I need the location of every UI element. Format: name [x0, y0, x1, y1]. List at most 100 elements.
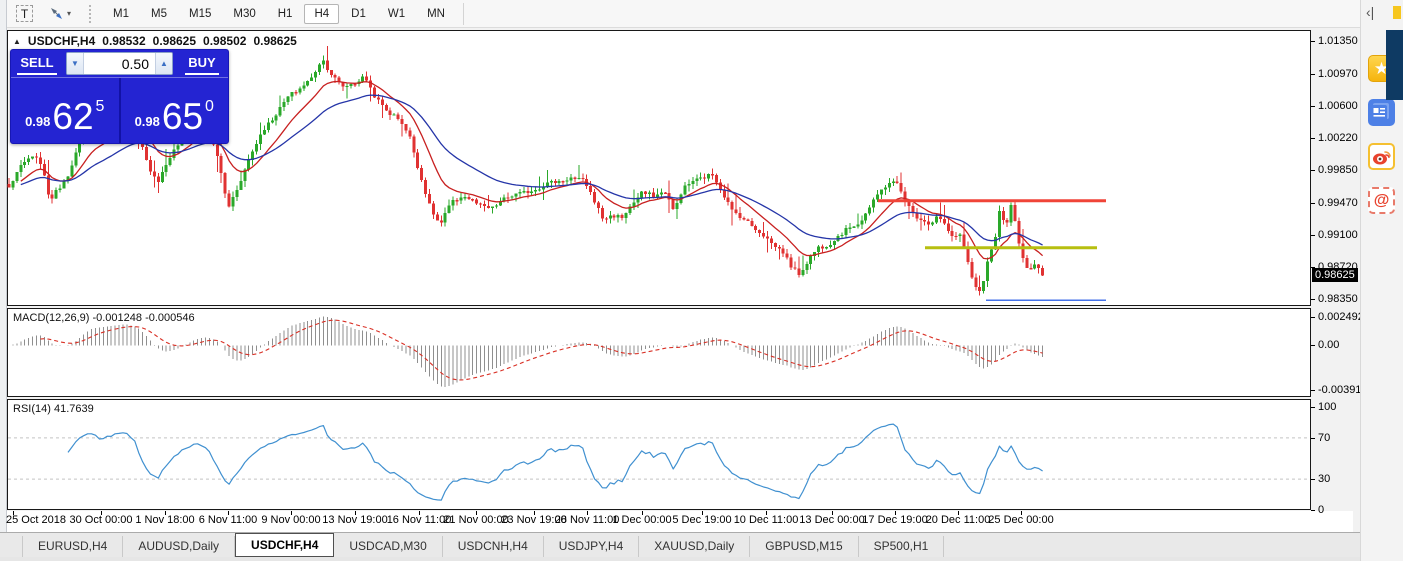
ohlc-open: 0.98532 — [102, 34, 145, 48]
time-axis-label: 30 Oct 00:00 — [70, 514, 133, 526]
time-axis-label: 28 Nov 11:00 — [555, 514, 620, 526]
text-label-tool-button[interactable]: T — [13, 4, 36, 24]
timeframe-d1[interactable]: D1 — [341, 4, 376, 24]
price-axis-label-tick — [1311, 170, 1315, 171]
macd-axis-label: 0.002492 — [1318, 311, 1364, 323]
mail-at-icon[interactable]: @ — [1368, 187, 1395, 214]
rsi-label: RSI(14) 41.7639 — [13, 403, 94, 415]
trade-panel-header: SELL ▼ ▲ BUY — [11, 50, 228, 77]
newspaper-glyph-icon — [1368, 99, 1393, 124]
current-price-tag: 0.98625 — [1312, 268, 1358, 282]
macd-axis-label-tick — [1311, 390, 1315, 391]
time-axis-label: 17 Dec 19:00 — [862, 514, 927, 526]
tab-gbpusd-m15[interactable]: GBPUSD,M15 — [750, 536, 858, 557]
tab-sp500-h1[interactable]: SP500,H1 — [859, 536, 945, 557]
volume-increase-button[interactable]: ▲ — [155, 53, 172, 74]
time-axis-label: 13 Nov 19:00 — [322, 514, 387, 526]
price-axis-label-tick — [1311, 106, 1315, 107]
buy-price-sup: 0 — [205, 98, 214, 116]
timeframe-h1[interactable]: H1 — [268, 4, 303, 24]
timeframe-m5[interactable]: M5 — [141, 4, 177, 24]
price-axis-label: 1.00220 — [1318, 132, 1358, 144]
ohlc-high: 0.98625 — [153, 34, 196, 48]
volume-input[interactable] — [84, 55, 155, 73]
tab-usdjpy-h4[interactable]: USDJPY,H4 — [544, 536, 639, 557]
tab-xauusd-daily[interactable]: XAUUSD,Daily — [639, 536, 750, 557]
tab-eurusd-h4[interactable]: EURUSD,H4 — [22, 536, 123, 557]
timeframe-h4[interactable]: H4 — [304, 4, 339, 24]
timeframe-m15[interactable]: M15 — [179, 4, 221, 24]
weibo-eye-glyph-icon — [1370, 145, 1393, 168]
time-axis-label: 1 Nov 18:00 — [135, 514, 194, 526]
price-axis-label: 0.99100 — [1318, 229, 1358, 241]
time-axis-label: 10 Dec 11:00 — [734, 514, 799, 526]
time-axis-label: 16 Nov 11:00 — [387, 514, 452, 526]
time-axis-label: 21 Nov 00:00 — [443, 514, 508, 526]
weibo-icon[interactable] — [1368, 143, 1395, 170]
buy-price[interactable]: 0.98 65 0 — [121, 78, 229, 143]
top-toolbar: T ▾ M1M5M15M30H1H4D1W1MN — [7, 0, 1360, 28]
tab-usdchf-h4[interactable]: USDCHF,H4 — [235, 533, 334, 557]
macd-axis-label-tick — [1311, 317, 1315, 318]
trade-panel-prices: 0.98 62 5 0.98 65 0 — [11, 77, 228, 143]
ohlc-close: 0.98625 — [253, 34, 296, 48]
toolbar-separator — [463, 3, 464, 25]
timeframe-m1[interactable]: M1 — [103, 4, 139, 24]
time-axis-label: 5 Dec 19:00 — [672, 514, 731, 526]
cursor-mode-tool-button[interactable]: ▾ — [46, 4, 74, 24]
buy-price-big: 65 — [162, 100, 203, 134]
background-window-icon-sliver — [1393, 6, 1401, 19]
background-window-edge — [1386, 30, 1403, 100]
macd-label: MACD(12,26,9) -0.001248 -0.000546 — [13, 312, 195, 324]
time-axis-label: 13 Dec 00:00 — [799, 514, 864, 526]
chart-symbol-label: USDCHF,H4 — [28, 34, 95, 48]
price-axis-label: 0.99850 — [1318, 164, 1358, 176]
status-strip — [0, 557, 1403, 561]
price-axis-label: 1.00970 — [1318, 68, 1358, 80]
dropdown-caret-icon: ▾ — [67, 9, 71, 18]
macd-indicator-pane[interactable] — [7, 308, 1311, 397]
tab-usdcnh-h4[interactable]: USDCNH,H4 — [443, 536, 544, 557]
right-sidebar: ‹| ★ @ — [1360, 0, 1403, 561]
rsi-axis-label-tick — [1311, 407, 1315, 408]
time-axis-label: 20 Dec 11:00 — [926, 514, 991, 526]
sell-button-label: SELL — [17, 55, 56, 75]
time-axis-label: 25 Dec 00:00 — [988, 514, 1053, 526]
price-axis-label-tick — [1311, 299, 1315, 300]
volume-decrease-button[interactable]: ▼ — [67, 53, 84, 74]
price-axis-label: 1.00600 — [1318, 100, 1358, 112]
price-axis-label-tick — [1311, 41, 1315, 42]
buy-price-prefix: 0.98 — [135, 114, 160, 129]
one-click-trading-panel: SELL ▼ ▲ BUY 0.98 62 5 0.98 65 0 — [10, 49, 229, 144]
rsi-axis-label: 0 — [1318, 504, 1324, 516]
sell-price-prefix: 0.98 — [25, 114, 50, 129]
rsi-axis-label-tick — [1311, 438, 1315, 439]
macd-axis-label-tick — [1311, 345, 1315, 346]
tab-usdcad-m30[interactable]: USDCAD,M30 — [334, 536, 442, 557]
timeframe-w1[interactable]: W1 — [378, 4, 415, 24]
timeframe-toolbar: M1M5M15M30H1H4D1W1MN — [103, 4, 455, 24]
buy-button[interactable]: BUY — [176, 52, 228, 75]
collapse-marker-icon[interactable]: ▲ — [13, 37, 21, 46]
sidebar-collapse-icon[interactable]: ‹| — [1366, 4, 1374, 20]
news-icon[interactable] — [1368, 99, 1395, 126]
sell-button[interactable]: SELL — [11, 52, 63, 75]
mt4-window: T ▾ M1M5M15M30H1H4D1W1MN ▲ USDCHF,H4 0.9… — [0, 0, 1403, 561]
timeframe-m30[interactable]: M30 — [223, 4, 265, 24]
tab-audusd-daily[interactable]: AUDUSD,Daily — [123, 536, 235, 557]
rsi-axis-label: 30 — [1318, 473, 1330, 485]
rsi-axis-label: 70 — [1318, 432, 1330, 444]
rsi-indicator-pane[interactable] — [7, 399, 1311, 510]
ohlc-low: 0.98502 — [203, 34, 246, 48]
buy-button-label: BUY — [185, 55, 218, 75]
chart-title: ▲ USDCHF,H4 0.98532 0.98625 0.98502 0.98… — [13, 34, 297, 48]
timeframe-mn[interactable]: MN — [417, 4, 455, 24]
time-axis-label: 1 Dec 00:00 — [612, 514, 671, 526]
volume-control: ▼ ▲ — [66, 52, 173, 75]
price-axis-label-tick — [1311, 138, 1315, 139]
price-axis-label: 0.98350 — [1318, 293, 1358, 305]
window-left-edge — [0, 0, 7, 561]
sell-price[interactable]: 0.98 62 5 — [11, 78, 119, 143]
price-axis[interactable]: 1.013501.009701.006001.002200.998500.994… — [1311, 0, 1360, 561]
time-axis-label: 9 Nov 00:00 — [261, 514, 320, 526]
